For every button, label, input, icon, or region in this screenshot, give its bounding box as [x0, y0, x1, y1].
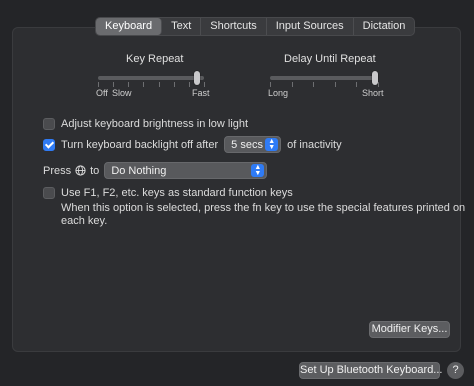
press-globe-row: Press to Do Nothing ▲ ▼ [43, 162, 268, 179]
tab-text[interactable]: Text [162, 18, 202, 35]
function-keys-description: When this option is selected, press the … [61, 202, 465, 228]
chevron-updown-icon: ▲ ▼ [265, 138, 279, 151]
globe-icon [75, 165, 86, 176]
tab-dictation[interactable]: Dictation [354, 18, 415, 35]
function-keys-description-line1: When this option is selected, press the … [61, 202, 466, 214]
key-repeat-label-off: Off [96, 88, 108, 98]
key-repeat-tick [158, 82, 160, 87]
modifier-keys-button[interactable]: Modifier Keys... [369, 321, 450, 338]
key-repeat-knob[interactable] [193, 71, 200, 85]
chevron-updown-icon: ▲ ▼ [251, 164, 265, 177]
press-label: Press [43, 164, 72, 177]
tab-input-sources[interactable]: Input Sources [267, 18, 354, 35]
help-button[interactable]: ? [447, 362, 464, 379]
key-repeat-tick [188, 82, 190, 87]
delay-label-long: Long [268, 88, 289, 98]
backlight-off-row: Turn keyboard backlight off after 5 secs… [43, 136, 342, 153]
function-keys-label: Use F1, F2, etc. keys as standard functi… [61, 187, 293, 199]
bluetooth-keyboard-button[interactable]: Set Up Bluetooth Keyboard... [299, 362, 442, 379]
backlight-off-label: Turn keyboard backlight off after [61, 138, 219, 151]
tab-bar: Keyboard Text Shortcuts Input Sources Di… [95, 17, 416, 36]
function-keys-row[interactable]: Use F1, F2, etc. keys as standard functi… [43, 187, 293, 199]
delay-until-repeat-tick [270, 82, 271, 87]
globe-action-select[interactable]: Do Nothing ▲ ▼ [104, 162, 268, 179]
backlight-off-checkbox[interactable] [43, 138, 55, 151]
function-keys-checkbox[interactable] [43, 187, 55, 199]
key-repeat-tick [204, 82, 205, 87]
delay-until-repeat-title: Delay Until Repeat [284, 53, 376, 65]
key-repeat-label-slow: Slow [112, 88, 132, 98]
key-repeat-title: Key Repeat [126, 53, 184, 65]
to-label: to [90, 164, 100, 177]
globe-action-value: Do Nothing [111, 164, 167, 177]
key-repeat-tick [143, 82, 145, 87]
delay-until-repeat-track[interactable] [270, 76, 378, 80]
delay-until-repeat-knob[interactable] [371, 71, 378, 85]
tab-shortcuts[interactable]: Shortcuts [201, 18, 267, 35]
key-repeat-tick [113, 82, 115, 87]
delay-label-short: Short [362, 88, 384, 98]
delay-until-repeat-tick [356, 82, 358, 87]
delay-until-repeat-tick [378, 82, 379, 87]
key-repeat-track[interactable] [98, 76, 204, 80]
key-repeat-tick [128, 82, 130, 87]
key-repeat-tick [98, 82, 99, 87]
delay-until-repeat-tick [313, 82, 315, 87]
tab-keyboard[interactable]: Keyboard [96, 18, 163, 35]
inactivity-label: of inactivity [287, 138, 342, 151]
key-repeat-label-fast: Fast [192, 88, 210, 98]
backlight-duration-select[interactable]: 5 secs ▲ ▼ [224, 136, 282, 153]
adjust-brightness-label: Adjust keyboard brightness in low light [61, 118, 249, 130]
key-repeat-tick [173, 82, 175, 87]
adjust-brightness-checkbox[interactable] [43, 118, 55, 130]
delay-until-repeat-tick [291, 82, 293, 87]
backlight-duration-value: 5 secs [231, 138, 263, 151]
delay-until-repeat-tick [334, 82, 336, 87]
adjust-brightness-row[interactable]: Adjust keyboard brightness in low light [43, 118, 248, 130]
function-keys-description-line2: each key. [61, 215, 108, 227]
